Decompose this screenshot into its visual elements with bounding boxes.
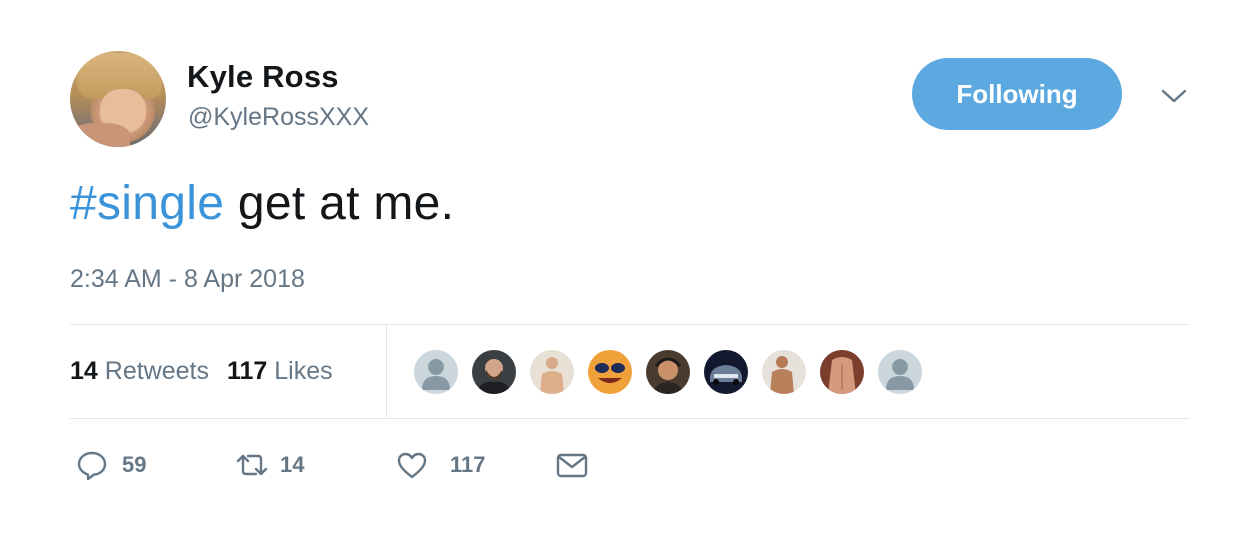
reply-icon	[77, 451, 107, 481]
author-handle[interactable]: @KyleRossXXX	[188, 103, 369, 132]
direct-message-icon	[556, 453, 588, 478]
tweet-body: get at me.	[224, 177, 455, 230]
tweet-stats: 14 Retweets 117 Likes	[70, 357, 333, 386]
liker-avatar[interactable]	[586, 348, 634, 396]
liker-avatar[interactable]	[818, 348, 866, 396]
divider	[386, 325, 387, 418]
chevron-down-icon[interactable]	[1159, 84, 1189, 108]
retweet-count: 14	[280, 452, 305, 477]
tweet-text: #single get at me.	[70, 176, 454, 231]
author-name[interactable]: Kyle Ross	[187, 59, 339, 95]
retweets-count: 14	[70, 357, 98, 385]
reply-count: 59	[122, 452, 147, 477]
avatar-shoulder	[70, 123, 130, 147]
like-button[interactable]: 117	[396, 445, 486, 485]
likes-label: Likes	[274, 357, 333, 385]
tweet-timestamp[interactable]: 2:34 AM - 8 Apr 2018	[70, 265, 305, 294]
like-count: 117	[450, 452, 486, 477]
liker-avatar[interactable]	[528, 348, 576, 396]
author-avatar[interactable]	[70, 51, 166, 147]
divider	[70, 418, 1190, 419]
reply-button[interactable]: 59	[76, 445, 146, 485]
liker-avatar[interactable]	[760, 348, 808, 396]
retweet-button[interactable]: 14	[232, 445, 304, 485]
retweets-label: Retweets	[104, 357, 209, 385]
liker-avatar[interactable]	[412, 348, 460, 396]
liker-avatar[interactable]	[876, 348, 924, 396]
liker-avatar[interactable]	[470, 348, 518, 396]
retweet-icon	[236, 454, 268, 476]
direct-message-button[interactable]	[555, 445, 589, 485]
liker-avatar[interactable]	[644, 348, 692, 396]
liker-avatar[interactable]	[702, 348, 750, 396]
tweet-card: Kyle Ross @KyleRossXXX Following #single…	[0, 0, 1256, 538]
hashtag-link[interactable]: #single	[70, 177, 224, 230]
likes-stat[interactable]: 117 Likes	[227, 357, 333, 385]
like-icon	[397, 452, 427, 479]
likes-count: 117	[226, 357, 268, 385]
retweets-stat[interactable]: 14 Retweets	[70, 357, 209, 385]
following-button[interactable]: Following	[912, 58, 1122, 130]
divider	[70, 324, 1190, 325]
